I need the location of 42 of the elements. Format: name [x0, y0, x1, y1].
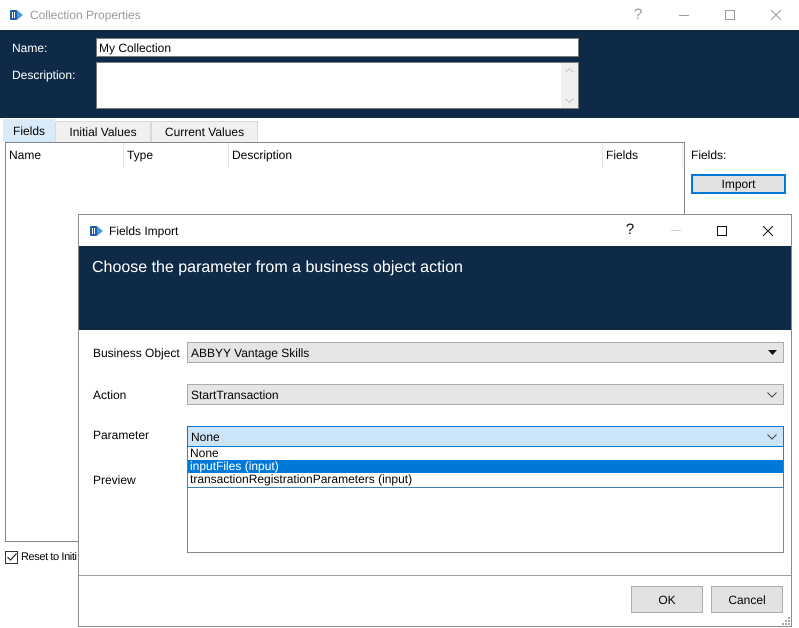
- checkbox[interactable]: [5, 550, 18, 564]
- dialog-heading: Choose the parameter from a business object action: [92, 259, 463, 276]
- app-icon: [10, 9, 23, 21]
- field-label: Parameter: [93, 426, 150, 444]
- dialog-button[interactable]: OK: [631, 586, 703, 613]
- dialog-title: Fields Import: [109, 222, 178, 240]
- tab[interactable]: Fields: [3, 119, 55, 142]
- field-label: Description:: [12, 67, 76, 84]
- dropdown-field[interactable]: ABBYY Vantage Skills: [187, 342, 784, 363]
- dropdown-field[interactable]: None: [187, 426, 784, 447]
- scroll-down-icon[interactable]: [565, 98, 574, 103]
- field-label: Name:: [12, 40, 48, 56]
- name-field[interactable]: My Collection: [96, 38, 579, 57]
- maximize-icon: [725, 10, 735, 20]
- column-header[interactable]: Name: [6, 143, 124, 168]
- field-label: Business Object: [93, 344, 181, 362]
- resize-grip-icon[interactable]: [781, 616, 790, 625]
- checkbox-label: Reset to Initi: [21, 550, 77, 565]
- help-button[interactable]: ?: [607, 215, 653, 246]
- column-header[interactable]: Fields: [603, 143, 683, 168]
- dialog-button[interactable]: Cancel: [711, 586, 783, 613]
- close-icon: [771, 10, 781, 20]
- tab[interactable]: Current Values: [151, 121, 258, 142]
- window-title: Collection Properties: [30, 7, 141, 24]
- field-label: Action: [93, 386, 128, 404]
- chevron-down-icon[interactable]: [767, 434, 777, 440]
- dropdown-arrow-icon[interactable]: [768, 350, 777, 355]
- scrollbar[interactable]: [561, 63, 578, 108]
- field-label: Preview: [93, 472, 137, 489]
- minimize-icon: [679, 14, 689, 16]
- fields-label: Fields:: [691, 147, 728, 164]
- column-header[interactable]: Type: [124, 143, 229, 168]
- scroll-up-icon[interactable]: [565, 68, 574, 73]
- dropdown-field[interactable]: StartTransaction: [187, 384, 784, 405]
- import-button[interactable]: Import: [691, 174, 786, 194]
- tab[interactable]: Initial Values: [55, 121, 151, 142]
- checkmark-icon: [6, 553, 16, 562]
- dropdown-option[interactable]: inputFiles (input): [188, 460, 783, 473]
- column-header[interactable]: Description: [229, 143, 603, 168]
- description-field[interactable]: [96, 62, 579, 109]
- chevron-down-icon[interactable]: [767, 392, 777, 398]
- app-icon: [90, 224, 103, 236]
